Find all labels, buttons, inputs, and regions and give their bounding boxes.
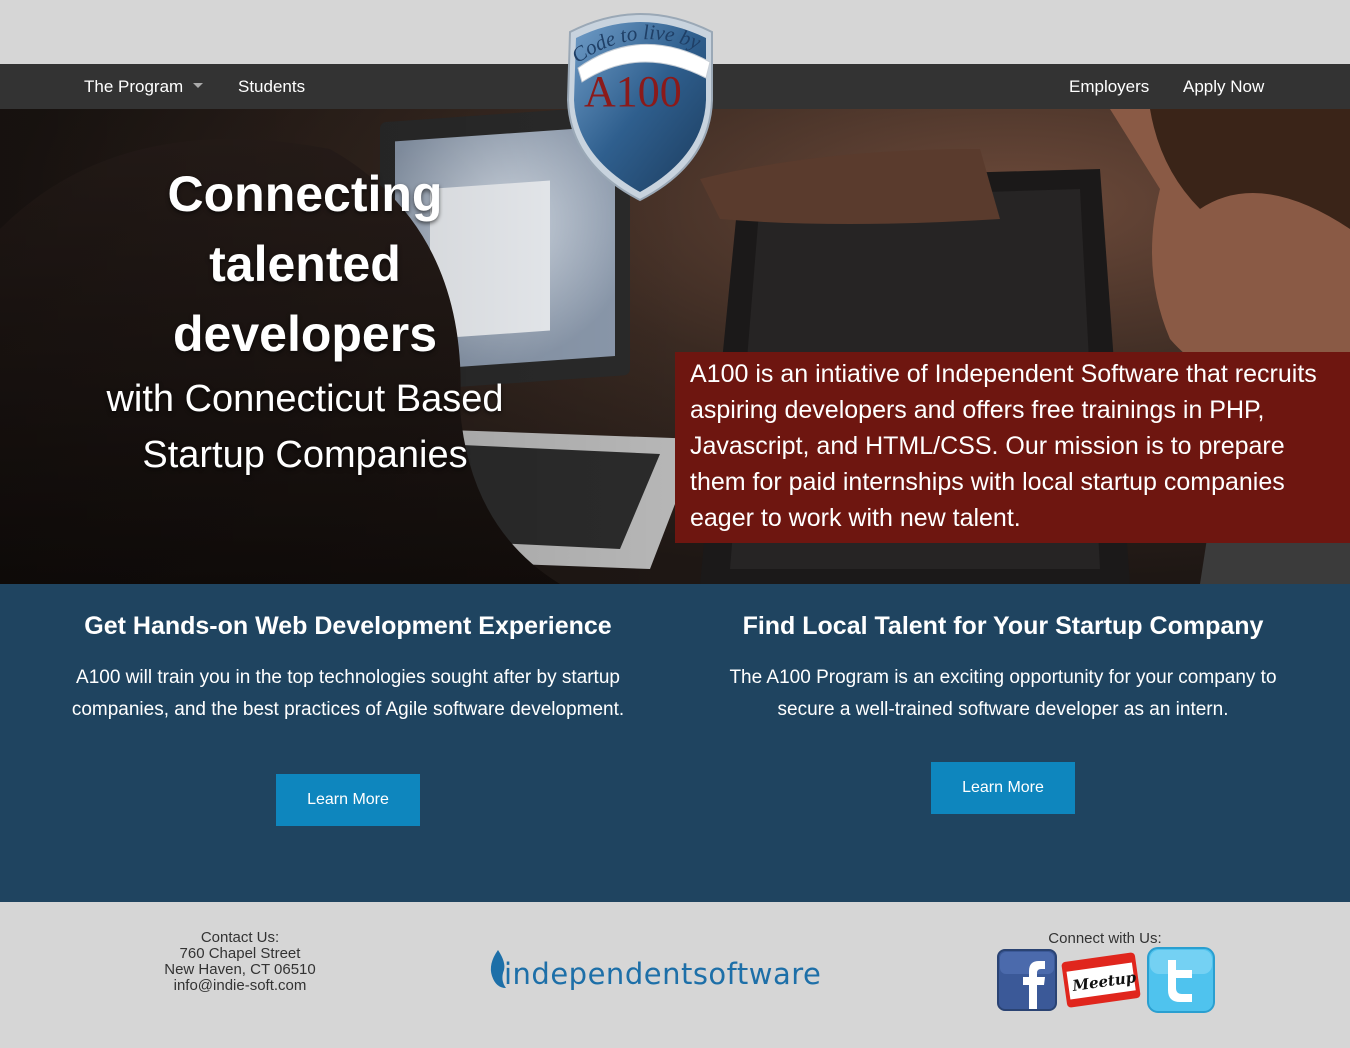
feature-employers: Find Local Talent for Your Startup Compa… <box>703 584 1303 814</box>
twitter-icon <box>1147 947 1215 1013</box>
shield-icon: Code to live by A100 <box>566 13 713 202</box>
flame-icon: independentsoftware <box>490 950 821 991</box>
feature-students: Get Hands-on Web Development Experience … <box>48 584 648 826</box>
nav-item-employers[interactable]: Employers <box>1069 64 1149 109</box>
logo-name: A100 <box>584 67 682 116</box>
caret-down-icon <box>193 83 204 89</box>
hero-headline-line: Connecting <box>167 166 443 222</box>
hero-description: A100 is an intiative of Independent Soft… <box>675 352 1350 543</box>
feature-title: Get Hands-on Web Development Experience <box>84 612 612 640</box>
facebook-icon <box>997 949 1057 1011</box>
footer: Contact Us: 760 Chapel Street New Haven,… <box>0 902 1350 1048</box>
hero-subheadline-line: with Connecticut Based <box>106 378 504 420</box>
learn-more-button-employers[interactable]: Learn More <box>931 762 1075 814</box>
nav-item-students[interactable]: Students <box>238 64 305 109</box>
hero-headline-line: talented <box>209 236 401 292</box>
hero-headline-line: developers <box>172 306 437 362</box>
contact-email[interactable]: info@indie-soft.com <box>140 978 340 994</box>
meetup-link[interactable]: Meetup <box>1060 949 1142 1011</box>
contact-address-line: 760 Chapel Street <box>179 945 301 962</box>
contact-address-line: New Haven, CT 06510 <box>164 961 316 978</box>
nav-item-apply-now[interactable]: Apply Now <box>1183 64 1264 109</box>
hero-subheadline: with Connecticut Based Startup Companies <box>80 371 530 483</box>
hero-headline: Connecting talented developers <box>100 159 510 369</box>
feature-text: A100 will train you in the top technolog… <box>71 667 625 720</box>
nav-item-the-program[interactable]: The Program <box>84 64 204 109</box>
nav-item-label: The Program <box>84 77 184 96</box>
contact-title: Contact Us: <box>200 929 280 946</box>
contact-info: Contact Us: 760 Chapel Street New Haven,… <box>140 930 340 994</box>
independent-software-logo[interactable]: independentsoftware <box>486 944 856 994</box>
facebook-link[interactable] <box>997 949 1057 1011</box>
learn-more-button-students[interactable]: Learn More <box>276 774 420 826</box>
connect-label: Connect with Us: <box>1048 930 1162 947</box>
feature-text: The A100 Program is an exciting opportun… <box>729 667 1277 720</box>
feature-title: Find Local Talent for Your Startup Compa… <box>742 612 1264 640</box>
company-logo-text: independentsoftware <box>504 957 821 991</box>
meetup-icon: Meetup <box>1061 952 1141 1008</box>
a100-logo[interactable]: Code to live by A100 <box>560 4 720 204</box>
features-section: Get Hands-on Web Development Experience … <box>0 584 1350 902</box>
hero-subheadline-line: Startup Companies <box>142 434 468 476</box>
twitter-link[interactable] <box>1146 946 1216 1014</box>
